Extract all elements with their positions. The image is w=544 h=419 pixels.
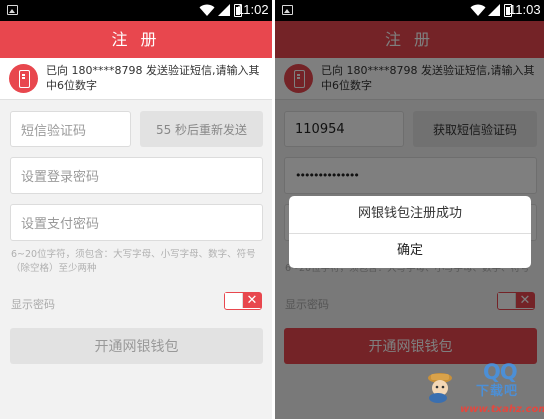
register-screen-right: 11:03 注 册 已向 180****8798 发送验证短信,请输入其中6位数… [275, 0, 544, 419]
sms-code-input[interactable]: 短信验证码 [10, 111, 131, 147]
register-screen-left: 11:02 注 册 已向 180****8798 发送验证短信,请输入其中6位数… [0, 0, 272, 419]
signal-icon [218, 4, 230, 16]
resend-code-button[interactable]: 55 秒后重新发送 [140, 111, 263, 147]
dialog-ok-button[interactable]: 确定 [289, 234, 531, 268]
close-x-icon: ✕ [243, 293, 261, 308]
status-bar: 11:02 [0, 0, 272, 21]
wifi-icon [470, 4, 486, 16]
status-time: 11:02 [237, 2, 269, 17]
show-password-label: 显示密码 [11, 298, 55, 311]
phone-icon [9, 64, 38, 93]
status-bar: 11:03 [275, 0, 544, 21]
watermark-name: 下载吧 [476, 384, 519, 399]
password-hint: 6~20位字符，须包含：大写字母、小写字母、数字、符号（除空格）至少两种 [11, 249, 256, 274]
signal-icon [488, 4, 500, 16]
open-wallet-button[interactable]: 开通网银钱包 [10, 328, 263, 364]
dialog-message: 网银钱包注册成功 [357, 206, 462, 221]
status-time: 11:03 [509, 2, 541, 17]
success-dialog: 网银钱包注册成功 确定 [289, 196, 531, 268]
gallery-notification-icon [282, 5, 293, 15]
wifi-icon [199, 4, 215, 16]
site-watermark-logo: QQ 下载吧 www.txahz.com [418, 360, 544, 419]
show-password-toggle[interactable]: ✕ [224, 292, 262, 310]
sms-info-text: 已向 180****8798 发送验证短信,请输入其中6位数字 [46, 64, 260, 92]
toggle-knob [225, 293, 243, 308]
pay-password-input[interactable]: 设置支付密码 [10, 204, 263, 241]
sms-info-banner: 已向 180****8798 发送验证短信,请输入其中6位数字 [0, 58, 272, 100]
page-title: 注 册 [0, 21, 272, 58]
watermark-url: www.txahz.com [460, 404, 544, 415]
gallery-notification-icon [7, 5, 18, 15]
login-password-input[interactable]: 设置登录密码 [10, 157, 263, 194]
mascot-icon [428, 373, 452, 403]
